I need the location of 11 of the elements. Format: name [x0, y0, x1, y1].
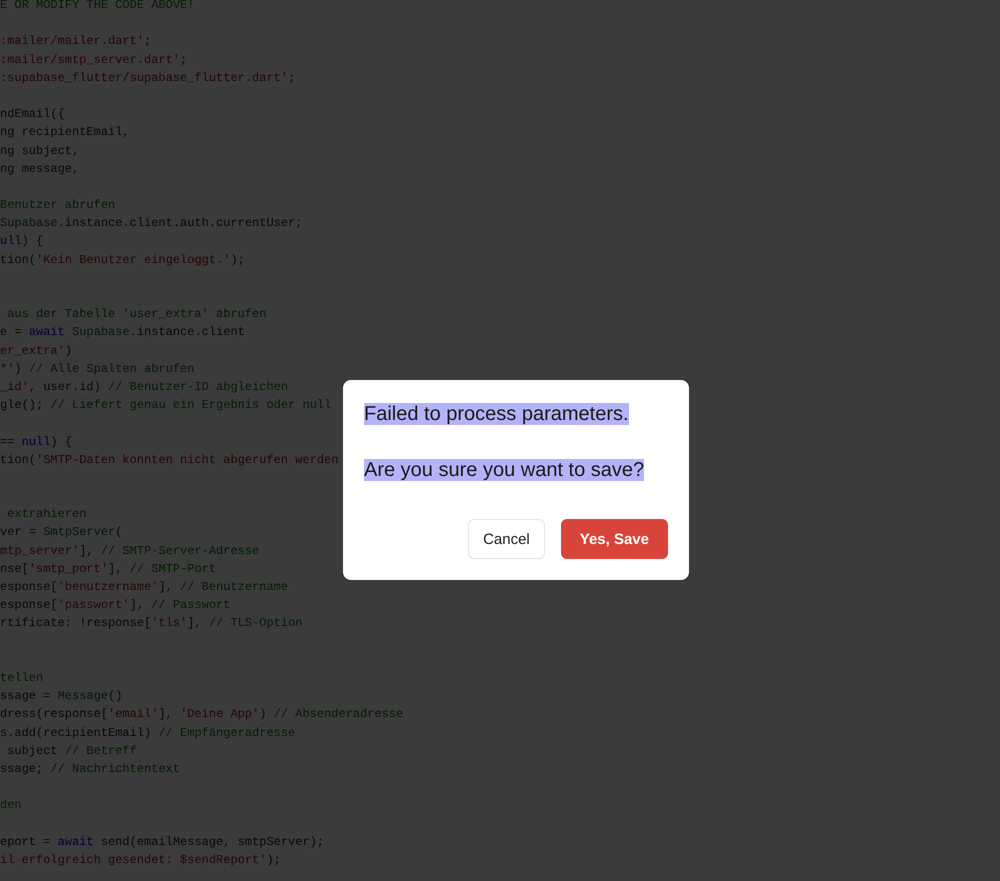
save-button[interactable]: Yes, Save — [560, 519, 668, 559]
code-line: aus der Tabelle 'user_extra' abrufen — [6, 306, 266, 324]
cancel-button[interactable]: Cancel — [468, 519, 545, 559]
code-line: *') // Alle Spalten abrufen — [0, 360, 194, 378]
code-line: E OR MODIFY THE CODE ABOVE! — [0, 0, 194, 14]
code-line: den — [0, 797, 22, 814]
code-line: tellen — [0, 670, 44, 687]
code-line: extrahieren — [6, 506, 86, 524]
code-line: Benutzer abrufen — [0, 197, 116, 214]
dialog-message: Are you sure you want to save? — [364, 459, 644, 481]
dialog-message: Failed to process parameters. — [364, 403, 629, 425]
